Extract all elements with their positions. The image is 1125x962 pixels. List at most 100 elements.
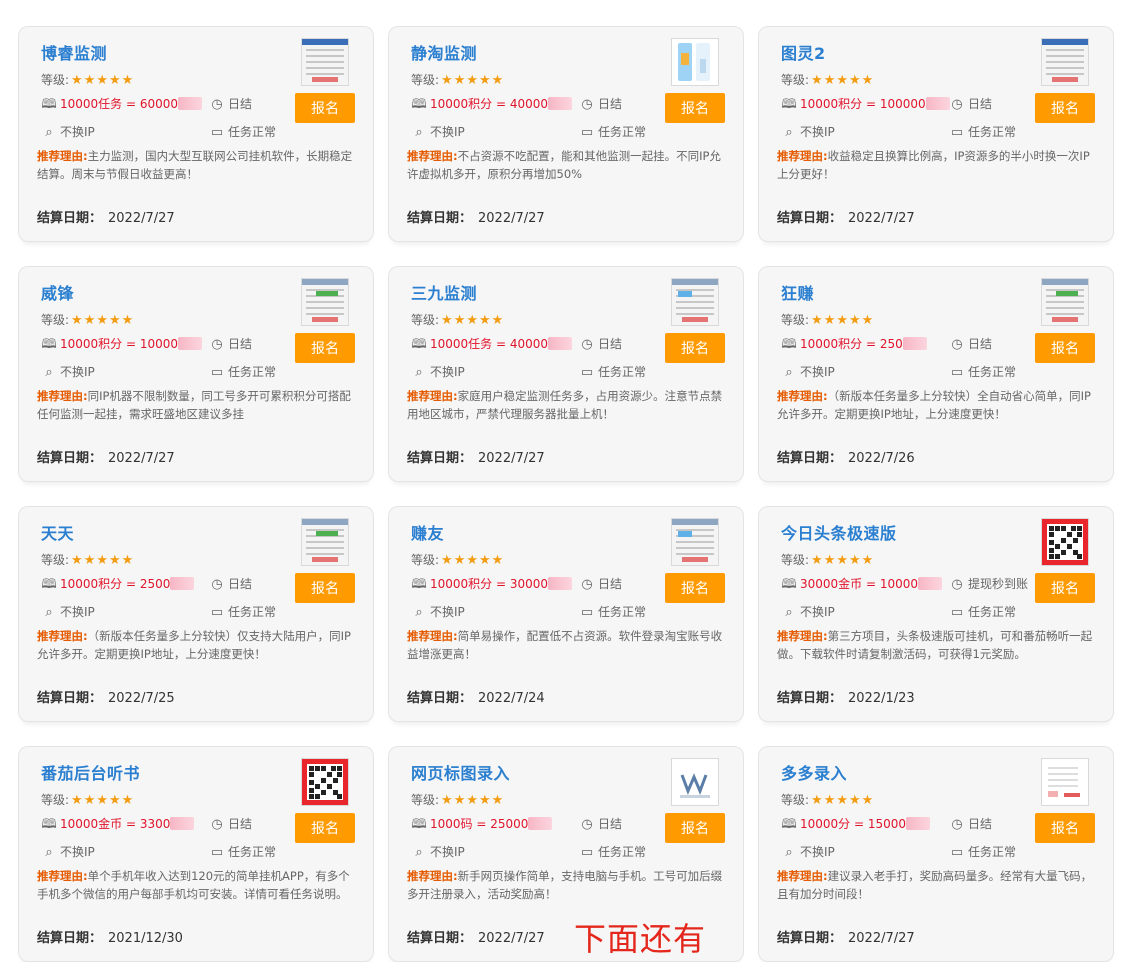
ip-policy: ⌕ 不换IP [781, 603, 834, 620]
settlement-type: ◷ 提现秒到账 [949, 575, 1028, 592]
reward-rate: 🕮 30000金币 = 10000 [781, 575, 943, 597]
card-title[interactable]: 多多录入 [781, 760, 847, 784]
enroll-button[interactable]: 报名 [295, 573, 355, 603]
settle-text: 日结 [598, 337, 623, 351]
qr-code-red-icon[interactable] [301, 758, 349, 806]
search-icon: ⌕ [785, 125, 793, 140]
star-rating-icon: ★★★★★ [811, 313, 875, 328]
date-value: 2022/7/27 [848, 211, 915, 226]
book-icon: 🕮 [41, 97, 57, 112]
card-title[interactable]: 网页标图录入 [411, 760, 510, 784]
enroll-button[interactable]: 报名 [295, 333, 355, 363]
clock-icon: ◷ [581, 817, 593, 832]
qr-code-red-icon[interactable] [1041, 518, 1089, 566]
chat-icon: ▭ [950, 845, 964, 860]
recommend-reason: 推荐理由:简单易操作，配置低不占资源。软件登录淘宝账号收益增涨更高！ [407, 627, 725, 663]
enroll-button[interactable]: 报名 [665, 333, 725, 363]
enroll-button[interactable]: 报名 [295, 813, 355, 843]
logo-image-icon[interactable] [671, 758, 719, 806]
enroll-button[interactable]: 报名 [665, 573, 725, 603]
enroll-button[interactable]: 报名 [1035, 333, 1095, 363]
rating: 等级: ★★★★★ [41, 71, 134, 88]
date-label: 结算日期： [37, 211, 103, 226]
screenshot-dialog-icon[interactable] [301, 278, 349, 326]
task-card: 静淘监测 等级: ★★★★★ 🕮 10000积分 = 40000 ◷ 日结 ⌕ 不换IP… [388, 26, 744, 242]
settle-text: 日结 [228, 577, 253, 591]
task-status: ▭ 任务正常 [949, 843, 1016, 860]
card-title[interactable]: 天天 [41, 520, 74, 544]
star-rating-icon: ★★★★★ [71, 313, 135, 328]
ip-policy: ⌕ 不换IP [41, 843, 95, 860]
date-label: 结算日期： [407, 691, 473, 706]
enroll-button[interactable]: 报名 [665, 93, 725, 123]
screenshot-dialog-icon[interactable] [1041, 278, 1089, 326]
rating-label: 等级: [41, 313, 70, 327]
screenshot-app-window-icon[interactable] [301, 38, 349, 86]
card-title[interactable]: 三九监测 [411, 280, 477, 304]
enroll-button[interactable]: 报名 [1035, 813, 1095, 843]
reason-label: 推荐理由: [407, 629, 458, 643]
date-label: 结算日期： [407, 451, 473, 466]
card-title[interactable]: 赚友 [411, 520, 444, 544]
ip-text: 不换IP [800, 365, 835, 379]
card-title[interactable]: 威锋 [41, 280, 74, 304]
rating: 等级: ★★★★★ [41, 551, 134, 568]
search-icon: ⌕ [785, 605, 793, 620]
card-title[interactable]: 图灵2 [781, 40, 826, 64]
enroll-button[interactable]: 报名 [295, 93, 355, 123]
screenshot-document-icon[interactable] [1041, 758, 1089, 806]
reward-rate: 🕮 10000积分 = 40000 [411, 95, 573, 117]
reward-text: 10000分 = 15000 [800, 817, 907, 831]
rating: 等级: ★★★★★ [781, 791, 874, 808]
recommend-reason: 推荐理由:主力监测，国内大型互联网公司挂机软件，长期稳定结算。周末与节假日收益更… [37, 147, 355, 183]
screenshot-panel-icon[interactable] [671, 278, 719, 326]
redacted-blur [548, 97, 573, 110]
settle-date: 结算日期： 2022/7/27 [407, 447, 545, 466]
ip-text: 不换IP [430, 365, 465, 379]
settle-text: 日结 [968, 817, 993, 831]
rating: 等级: ★★★★★ [781, 551, 874, 568]
screenshot-panel-icon[interactable] [671, 518, 719, 566]
enroll-button[interactable]: 报名 [1035, 573, 1095, 603]
screenshot-app-window-icon[interactable] [1041, 38, 1089, 86]
status-text: 任务正常 [228, 845, 277, 859]
enroll-button[interactable]: 报名 [1035, 93, 1095, 123]
status-text: 任务正常 [228, 365, 277, 379]
phone-screens-icon[interactable] [671, 38, 719, 86]
settlement-type: ◷ 日结 [209, 815, 252, 832]
rating-label: 等级: [41, 553, 70, 567]
search-icon: ⌕ [45, 845, 53, 860]
screenshot-dialog-icon[interactable] [301, 518, 349, 566]
settlement-type: ◷ 日结 [949, 815, 992, 832]
date-value: 2022/1/23 [848, 691, 915, 706]
clock-icon: ◷ [211, 817, 223, 832]
clock-icon: ◷ [951, 577, 963, 592]
reward-rate: 🕮 10000积分 = 2500 [41, 575, 195, 597]
search-icon: ⌕ [45, 365, 53, 380]
clock-icon: ◷ [581, 97, 593, 112]
search-icon: ⌕ [45, 125, 53, 140]
rating: 等级: ★★★★★ [41, 791, 134, 808]
book-icon: 🕮 [41, 577, 57, 592]
chat-icon: ▭ [950, 365, 964, 380]
settle-text: 日结 [598, 577, 623, 591]
search-icon: ⌕ [415, 365, 423, 380]
card-title[interactable]: 今日头条极速版 [781, 520, 897, 544]
recommend-reason: 推荐理由:收益稳定且换算比例高，IP资源多的半小时换一次IP上分更好！ [777, 147, 1095, 183]
reward-text: 10000积分 = 40000 [430, 97, 549, 111]
ip-text: 不换IP [60, 845, 95, 859]
card-title[interactable]: 狂赚 [781, 280, 814, 304]
recommend-reason: 推荐理由:（新版本任务量多上分较快）仅支持大陆用户，同IP允许多开。定期更换IP… [37, 627, 355, 663]
status-text: 任务正常 [228, 125, 277, 139]
card-title[interactable]: 静淘监测 [411, 40, 477, 64]
settle-date: 结算日期： 2022/7/26 [777, 447, 915, 466]
ip-policy: ⌕ 不换IP [411, 843, 464, 860]
enroll-button[interactable]: 报名 [665, 813, 725, 843]
card-title[interactable]: 博睿监测 [41, 40, 107, 64]
chat-icon: ▭ [210, 845, 224, 860]
date-value: 2022/7/27 [478, 931, 545, 946]
card-title[interactable]: 番茄后台听书 [41, 760, 140, 784]
status-text: 任务正常 [228, 605, 277, 619]
chat-icon: ▭ [210, 605, 224, 620]
reward-rate: 🕮 10000积分 = 30000 [411, 575, 573, 597]
